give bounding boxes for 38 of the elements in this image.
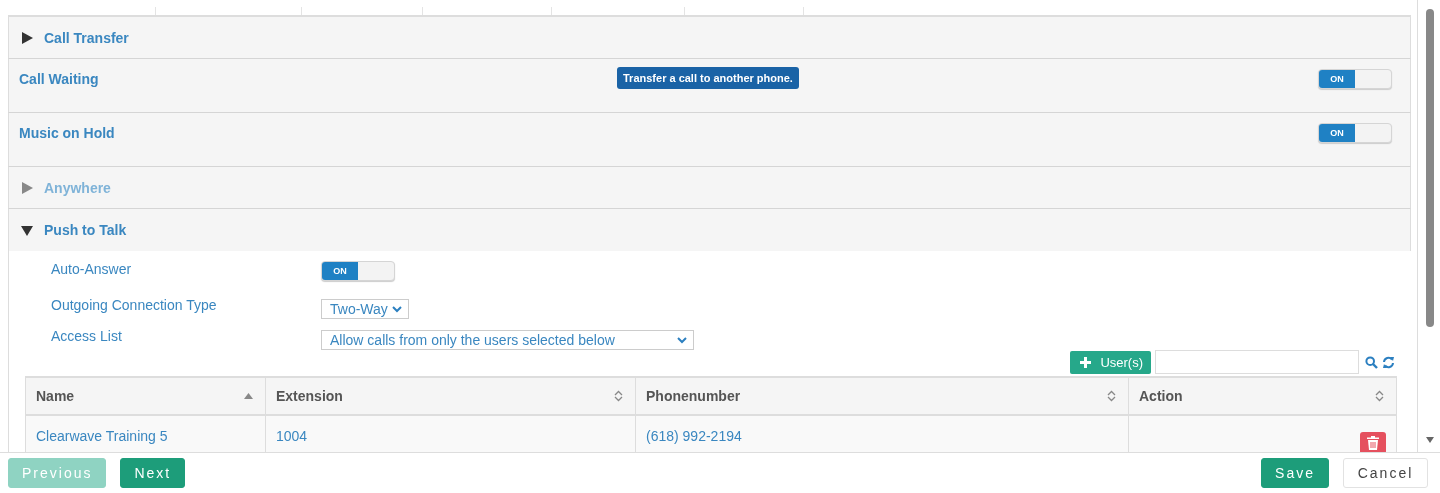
chevron-down-icon [391, 305, 402, 313]
sort-icon[interactable] [614, 390, 623, 402]
sort-icon[interactable] [1107, 390, 1116, 402]
plus-icon [1080, 356, 1092, 368]
add-users-button[interactable]: User(s) [1070, 350, 1151, 374]
primary-button[interactable]: Next [120, 458, 186, 488]
dropdown[interactable]: Allow calls from only the users selected below [321, 330, 694, 350]
search-field[interactable] [1155, 350, 1359, 374]
column-header[interactable]: Action [1139, 388, 1183, 404]
column-header[interactable]: Extension [276, 388, 343, 404]
toggle-switch[interactable]: ON [321, 261, 395, 281]
setting-label: Auto-Answer [51, 261, 133, 277]
search-icon[interactable] [1365, 355, 1378, 369]
cancel-button[interactable]: Cancel [1343, 458, 1428, 488]
trash-icon [1367, 436, 1379, 450]
column-header[interactable]: Phonenumber [646, 388, 741, 404]
scroll-down-icon[interactable] [1426, 437, 1434, 443]
sort-icon[interactable] [1375, 390, 1384, 402]
chevron-down-icon [677, 336, 687, 344]
section-title: Music on Hold [19, 125, 115, 141]
table-cell: Clearwave Training 5 [36, 428, 168, 444]
table-cell: 1004 [276, 428, 308, 444]
toggle-switch[interactable]: ON [1318, 69, 1392, 89]
setting-label: Outgoing Connection Type [51, 297, 218, 313]
scrollbar-thumb[interactable] [1426, 9, 1434, 327]
section-title[interactable]: Push to Talk [44, 222, 127, 238]
delete-button[interactable] [1360, 432, 1386, 452]
tooltip: Transfer a call to another phone. [617, 67, 799, 89]
toggle-switch[interactable]: ON [1318, 123, 1392, 143]
setting-label: Access List [51, 328, 123, 344]
section-title[interactable]: Call Transfer [44, 29, 129, 46]
refresh-icon[interactable] [1382, 355, 1395, 369]
table-cell: (618) 992-2194 [646, 428, 742, 444]
dropdown[interactable]: Two-Way [321, 299, 409, 319]
column-header[interactable]: Name [36, 388, 75, 404]
primary-button[interactable]: Save [1261, 458, 1329, 488]
sort-ascending-icon[interactable] [244, 393, 253, 399]
section-title: Call Waiting [19, 71, 99, 87]
